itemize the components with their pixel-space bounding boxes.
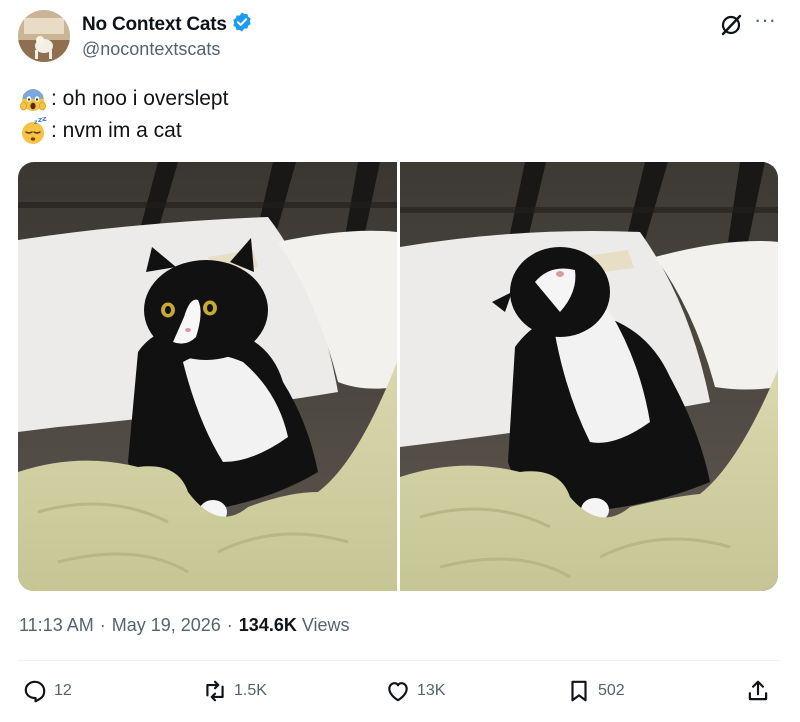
more-icon[interactable]: ··· (752, 9, 778, 36)
verified-badge-icon (231, 11, 253, 38)
cat-photo-asleep[interactable] (400, 162, 778, 591)
tweet-text: : nvm im a cat (51, 119, 182, 142)
meta-separator: · (226, 615, 233, 635)
share-button[interactable] (745, 678, 771, 704)
sleeping-face-emoji-icon: z z z (19, 114, 47, 145)
svg-text:z: z (42, 117, 47, 123)
like-button[interactable]: 13K (385, 678, 445, 704)
like-count: 13K (417, 682, 446, 699)
grok-slash-icon[interactable] (718, 12, 744, 38)
bookmark-icon (571, 680, 587, 702)
author-name-row[interactable]: No Context Cats (82, 11, 253, 38)
tweet-media (18, 162, 778, 591)
post-date[interactable]: May 19, 2026 (112, 615, 221, 636)
screaming-face-emoji-icon (19, 85, 47, 113)
tweet-text: : oh noo i overslept (51, 87, 229, 110)
repost-button[interactable]: 1.5K (202, 678, 267, 704)
avatar[interactable] (18, 10, 70, 62)
tweet-text-line: : oh noo i overslept (19, 85, 228, 113)
repost-count: 1.5K (234, 682, 267, 699)
share-icon (748, 680, 768, 701)
meta-separator: · (99, 615, 106, 635)
repost-icon (206, 680, 224, 702)
heart-icon (388, 682, 408, 702)
tweet-meta: 11:13 AM · May 19, 2026 · 134.6K Views (19, 615, 350, 636)
cat-photo-awake[interactable] (18, 162, 397, 591)
reply-button[interactable]: 12 (22, 678, 72, 704)
display-name[interactable]: No Context Cats (82, 14, 227, 36)
divider (18, 660, 780, 661)
bookmark-count: 502 (598, 682, 625, 699)
views-label: Views (301, 615, 350, 635)
views-count: 134.6K (238, 615, 297, 635)
tweet-text-line: z z z : nvm im a cat (19, 114, 182, 145)
post-time[interactable]: 11:13 AM (19, 615, 94, 636)
author-handle[interactable]: @nocontextscats (82, 39, 220, 60)
bookmark-button[interactable]: 502 (566, 678, 625, 704)
reply-icon (24, 680, 46, 703)
reply-count: 12 (54, 682, 72, 699)
